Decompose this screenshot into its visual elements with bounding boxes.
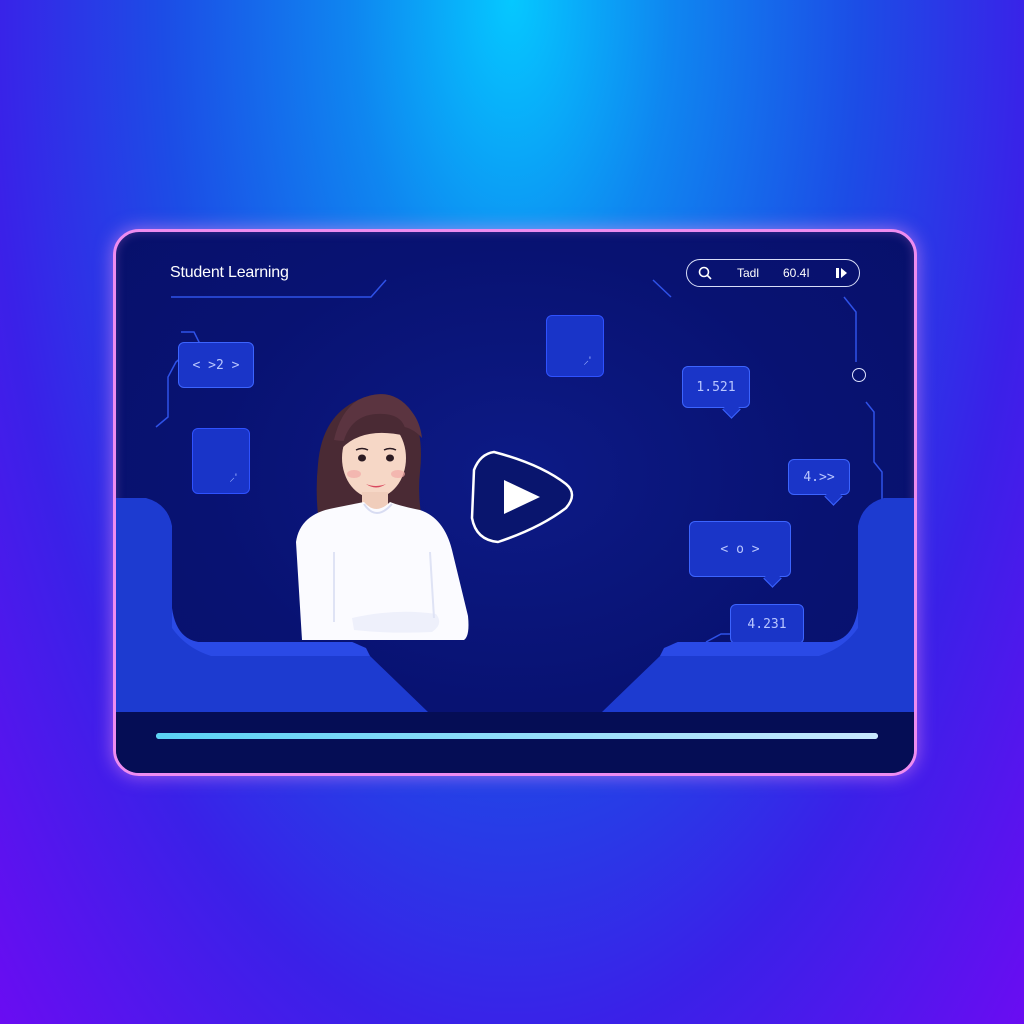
progress-fill bbox=[156, 733, 878, 739]
toolbar-count: 60.4I bbox=[783, 266, 810, 280]
stage-right bbox=[602, 498, 914, 712]
toolbar-label[interactable]: Tadl bbox=[737, 266, 759, 280]
progress-bar[interactable] bbox=[116, 712, 914, 773]
search-icon[interactable] bbox=[697, 265, 713, 281]
tile-mark: ⸝' bbox=[583, 355, 591, 367]
stat-bubble-top: 1.521 bbox=[682, 366, 750, 408]
timeline-node bbox=[852, 368, 866, 382]
window-title: Student Learning bbox=[170, 264, 289, 281]
progress-track[interactable] bbox=[156, 733, 878, 739]
code-bubble: < >2 > bbox=[178, 342, 254, 388]
media-tile: ⸝' bbox=[546, 315, 604, 377]
media-tile: ⸝' bbox=[192, 428, 250, 494]
volume-icon[interactable] bbox=[835, 266, 849, 280]
video-player[interactable]: Student Learning Tadl 60.4I < >2 > ⸝' ⸝'… bbox=[113, 229, 917, 776]
player-toolbar: Tadl 60.4I bbox=[686, 259, 860, 287]
instructor-avatar bbox=[296, 394, 469, 640]
nav-bubble: 4.>> bbox=[788, 459, 850, 495]
tile-mark: ⸝' bbox=[229, 472, 237, 484]
play-icon[interactable] bbox=[468, 446, 578, 546]
